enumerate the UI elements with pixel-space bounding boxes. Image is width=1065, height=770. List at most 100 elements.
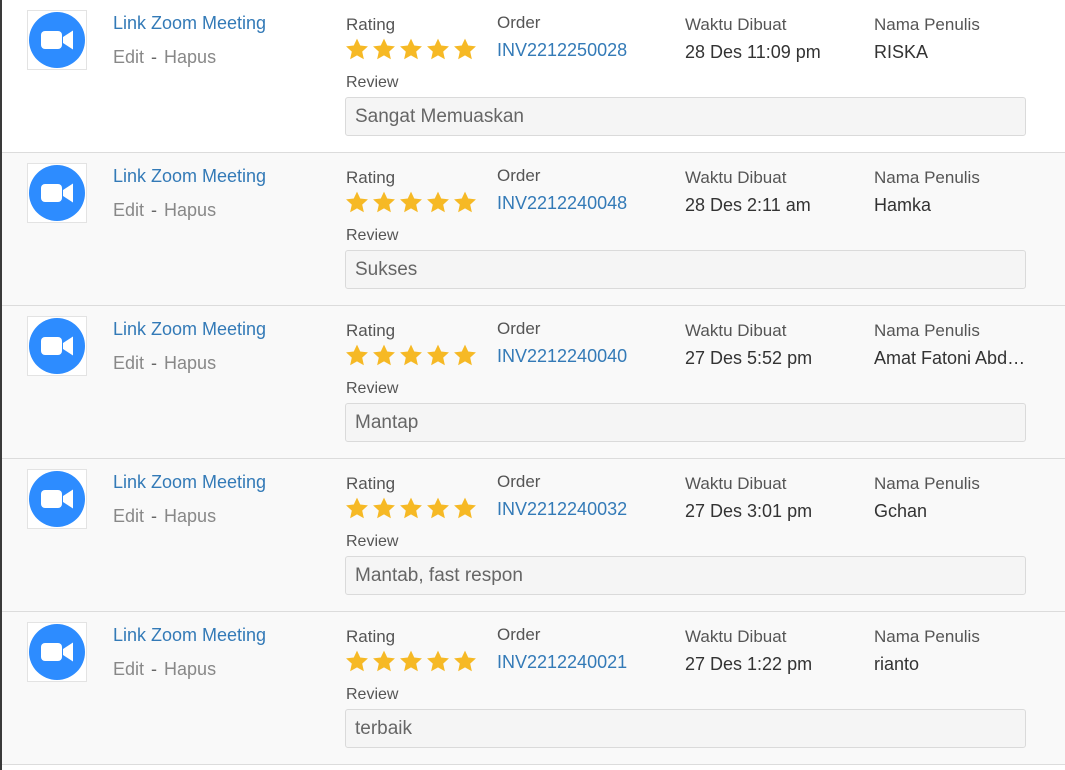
- rating-label: Rating: [346, 474, 396, 493]
- order-link[interactable]: INV2212240032: [497, 499, 627, 520]
- star-icon: [454, 344, 476, 366]
- product-name-link[interactable]: Link Zoom Meeting: [113, 13, 266, 34]
- hapus-link[interactable]: Hapus: [164, 506, 216, 526]
- product-thumbnail[interactable]: [27, 10, 87, 70]
- review-row: Link Zoom Meeting Edit - Hapus Rating Orde…: [2, 459, 1065, 612]
- action-separator: -: [151, 506, 158, 526]
- order-label: Order: [497, 472, 541, 491]
- star-icon: [373, 650, 395, 672]
- order-link[interactable]: INV2212240040: [497, 346, 627, 367]
- order-label: Order: [497, 319, 541, 338]
- review-text: Mantab, fast respon: [345, 556, 1026, 595]
- zoom-icon: [29, 624, 85, 680]
- order-label: Order: [497, 625, 541, 644]
- product-name-link[interactable]: Link Zoom Meeting: [113, 625, 266, 646]
- star-icon: [454, 191, 476, 213]
- star-icon: [427, 344, 449, 366]
- hapus-link[interactable]: Hapus: [164, 47, 216, 67]
- star-icon: [346, 650, 368, 672]
- waktu-value: 28 Des 11:09 pm: [685, 42, 821, 62]
- star-icon: [346, 38, 368, 60]
- review-text: Mantap: [345, 403, 1026, 442]
- hapus-link[interactable]: Hapus: [164, 659, 216, 679]
- zoom-icon: [29, 165, 85, 221]
- edit-link[interactable]: Edit: [113, 47, 144, 67]
- star-icon: [346, 191, 368, 213]
- review-label: Review: [346, 74, 399, 91]
- action-separator: -: [151, 659, 158, 679]
- star-icon: [373, 38, 395, 60]
- hapus-link[interactable]: Hapus: [164, 353, 216, 373]
- penulis-value: Amat Fatoni Abd…: [874, 348, 1026, 368]
- product-name-link[interactable]: Link Zoom Meeting: [113, 472, 266, 493]
- star-icon: [427, 650, 449, 672]
- hapus-link[interactable]: Hapus: [164, 200, 216, 220]
- order-link[interactable]: INV2212240048: [497, 193, 627, 214]
- order-link[interactable]: INV2212240021: [497, 652, 627, 673]
- order-label: Order: [497, 166, 541, 185]
- rating-stars: [344, 190, 478, 215]
- order-link[interactable]: INV2212250028: [497, 40, 627, 61]
- review-label: Review: [346, 227, 399, 244]
- review-label: Review: [346, 380, 399, 397]
- penulis-value: Hamka: [874, 195, 932, 215]
- penulis-label: Nama Penulis: [874, 321, 980, 340]
- edit-link[interactable]: Edit: [113, 659, 144, 679]
- rating-label: Rating: [346, 15, 396, 34]
- edit-link[interactable]: Edit: [113, 506, 144, 526]
- review-row: Link Zoom Meeting Edit - Hapus Rating Orde…: [2, 612, 1065, 765]
- penulis-value: rianto: [874, 654, 920, 674]
- waktu-label: Waktu Dibuat: [685, 168, 787, 187]
- product-name-link[interactable]: Link Zoom Meeting: [113, 319, 266, 340]
- star-icon: [400, 191, 422, 213]
- star-icon: [346, 344, 368, 366]
- product-thumbnail[interactable]: [27, 163, 87, 223]
- action-separator: -: [151, 200, 158, 220]
- review-text: Sangat Memuaskan: [345, 97, 1026, 136]
- rating-label: Rating: [346, 627, 396, 646]
- rating-label: Rating: [346, 321, 396, 340]
- review-label: Review: [346, 686, 399, 703]
- product-name-link[interactable]: Link Zoom Meeting: [113, 166, 266, 187]
- penulis-label: Nama Penulis: [874, 474, 980, 493]
- order-label: Order: [497, 13, 541, 32]
- star-icon: [400, 344, 422, 366]
- penulis-label: Nama Penulis: [874, 627, 980, 646]
- review-row: Link Zoom Meeting Edit - Hapus Rating Orde…: [2, 0, 1065, 153]
- review-list: Link Zoom Meeting Edit - Hapus Rating Orde…: [2, 0, 1065, 765]
- review-text: Sukses: [345, 250, 1026, 289]
- product-thumbnail[interactable]: [27, 469, 87, 529]
- row-actions: Edit - Hapus: [113, 200, 216, 221]
- row-actions: Edit - Hapus: [113, 506, 216, 527]
- row-actions: Edit - Hapus: [113, 353, 216, 374]
- waktu-label: Waktu Dibuat: [685, 627, 787, 646]
- review-label: Review: [346, 533, 399, 550]
- waktu-value: 27 Des 1:22 pm: [685, 654, 813, 674]
- star-icon: [400, 38, 422, 60]
- review-row: Link Zoom Meeting Edit - Hapus Rating Orde…: [2, 153, 1065, 306]
- product-thumbnail[interactable]: [27, 622, 87, 682]
- star-icon: [427, 497, 449, 519]
- waktu-label: Waktu Dibuat: [685, 15, 787, 34]
- star-icon: [427, 38, 449, 60]
- action-separator: -: [151, 353, 158, 373]
- zoom-icon: [29, 471, 85, 527]
- edit-link[interactable]: Edit: [113, 200, 144, 220]
- rating-stars: [344, 649, 478, 674]
- star-icon: [373, 497, 395, 519]
- star-icon: [427, 191, 449, 213]
- waktu-value: 27 Des 5:52 pm: [685, 348, 813, 368]
- star-icon: [400, 497, 422, 519]
- star-icon: [373, 191, 395, 213]
- waktu-value: 27 Des 3:01 pm: [685, 501, 813, 521]
- star-icon: [454, 497, 476, 519]
- product-thumbnail[interactable]: [27, 316, 87, 376]
- rating-stars: [344, 37, 478, 62]
- waktu-value: 28 Des 2:11 am: [685, 195, 811, 215]
- rating-label: Rating: [346, 168, 396, 187]
- review-text: terbaik: [345, 709, 1026, 748]
- action-separator: -: [151, 47, 158, 67]
- penulis-value: Gchan: [874, 501, 928, 521]
- star-icon: [373, 344, 395, 366]
- edit-link[interactable]: Edit: [113, 353, 144, 373]
